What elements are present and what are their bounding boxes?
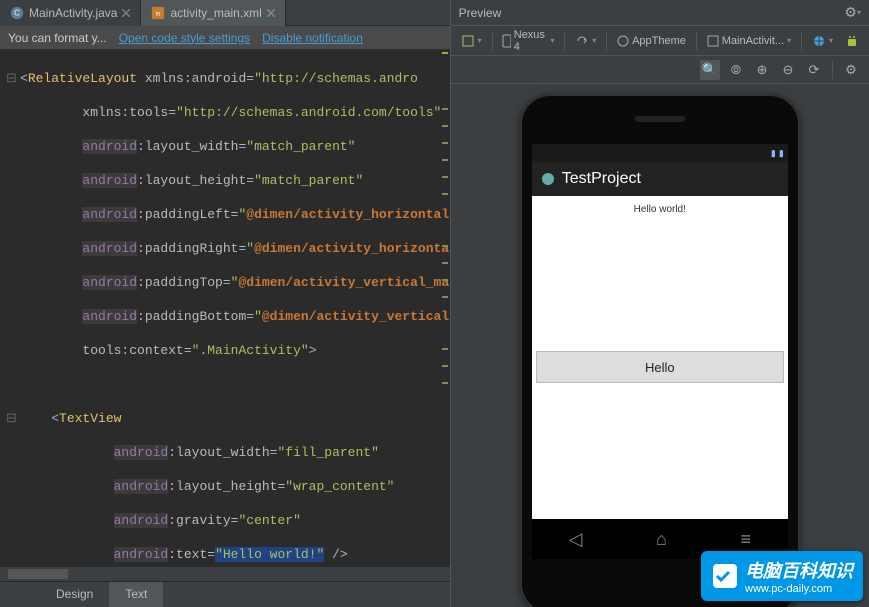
activity-selector[interactable]: MainActivit...▾ — [703, 33, 795, 49]
status-bar: ▮ ▮ — [532, 144, 788, 162]
hello-textview: Hello world! — [532, 196, 788, 215]
zoom-in-button[interactable]: ⊕ — [752, 60, 772, 80]
disable-notification-link[interactable]: Disable notification — [262, 31, 363, 45]
java-icon: C — [10, 6, 24, 20]
refresh-button[interactable]: ⟳ — [804, 60, 824, 80]
editor-pane: C MainActivity.java io activity_main.xml… — [0, 0, 450, 607]
editor-mode-tabs: Design Text — [0, 581, 450, 607]
theme-selector[interactable]: AppTheme — [613, 33, 690, 49]
notification-bar: You can format y... Open code style sett… — [0, 26, 450, 50]
stack-icon — [461, 34, 475, 48]
recents-icon[interactable]: ≡ — [740, 529, 751, 550]
phone-icon — [502, 34, 510, 48]
render-config-button[interactable]: ▾ — [457, 32, 486, 50]
theme-icon — [617, 35, 629, 47]
gear-icon[interactable]: ⚙ — [844, 4, 857, 21]
text-tab[interactable]: Text — [109, 582, 163, 607]
app-content: Hello world! Hello — [532, 196, 788, 519]
hello-button[interactable]: Hello — [536, 351, 784, 383]
preview-toolbar: ▾ Nexus 4▾ ▾ AppTheme MainActivit...▾ ▾ — [451, 26, 869, 56]
home-icon[interactable]: ⌂ — [656, 529, 667, 550]
zoom-toolbar: 🔍 ⦾ ⊕ ⊖ ⟳ ⚙ — [451, 56, 869, 84]
app-icon — [540, 171, 556, 187]
tab-activity-main[interactable]: io activity_main.xml — [141, 0, 285, 26]
preview-pane: Preview ⚙▾ ▾ Nexus 4▾ ▾ AppTheme MainAct… — [450, 0, 869, 607]
battery-icon: ▮ — [779, 148, 784, 159]
watermark-logo — [711, 562, 739, 590]
design-tab[interactable]: Design — [40, 582, 109, 607]
watermark: 电脑百科知识 www.pc-daily.com — [701, 551, 863, 601]
preview-title: Preview — [459, 6, 845, 20]
editor-tab-bar: C MainActivity.java io activity_main.xml — [0, 0, 450, 26]
app-action-bar: TestProject — [532, 162, 788, 196]
gutter-markers — [440, 50, 450, 567]
watermark-url: www.pc-daily.com — [745, 583, 853, 595]
svg-text:C: C — [14, 8, 20, 17]
notification-message: You can format y... — [8, 31, 107, 45]
locale-button[interactable]: ▾ — [808, 32, 837, 50]
orientation-button[interactable]: ▾ — [571, 32, 600, 50]
app-title: TestProject — [562, 170, 641, 188]
watermark-text: 电脑百科知识 — [745, 561, 853, 581]
globe-icon — [812, 34, 826, 48]
back-icon[interactable]: ◁ — [569, 529, 583, 550]
open-code-style-link[interactable]: Open code style settings — [119, 31, 250, 45]
device-selector[interactable]: Nexus 4▾ — [498, 27, 558, 55]
close-icon[interactable] — [122, 9, 130, 17]
tab-label: activity_main.xml — [170, 6, 261, 20]
device-frame: ▮ ▮ TestProject Hello world! Hello ◁ ⌂ ≡ — [520, 94, 800, 607]
close-icon[interactable] — [267, 9, 275, 17]
device-screen[interactable]: ▮ ▮ TestProject Hello world! Hello ◁ ⌂ ≡ — [532, 144, 788, 559]
signal-icon: ▮ — [771, 148, 776, 159]
activity-icon — [707, 35, 719, 47]
preview-header: Preview ⚙▾ — [451, 0, 869, 26]
tab-main-activity[interactable]: C MainActivity.java — [0, 0, 141, 26]
tab-label: MainActivity.java — [29, 6, 117, 20]
settings-icon[interactable]: ⚙ — [841, 60, 861, 80]
xml-icon: io — [151, 6, 165, 20]
horizontal-scrollbar[interactable] — [0, 567, 450, 581]
zoom-out-button[interactable]: ⊖ — [778, 60, 798, 80]
code-editor[interactable]: ⊟<RelativeLayout xmlns:android="http://s… — [0, 50, 450, 567]
zoom-actual-button[interactable]: ⦾ — [726, 60, 746, 80]
zoom-fit-button[interactable]: 🔍 — [700, 60, 720, 80]
rotate-icon — [575, 34, 589, 48]
android-version-button[interactable] — [841, 32, 863, 50]
device-preview-area: ▮ ▮ TestProject Hello world! Hello ◁ ⌂ ≡ — [451, 84, 869, 607]
svg-text:io: io — [156, 10, 161, 17]
scrollbar-thumb[interactable] — [8, 569, 68, 579]
android-icon — [845, 34, 859, 48]
